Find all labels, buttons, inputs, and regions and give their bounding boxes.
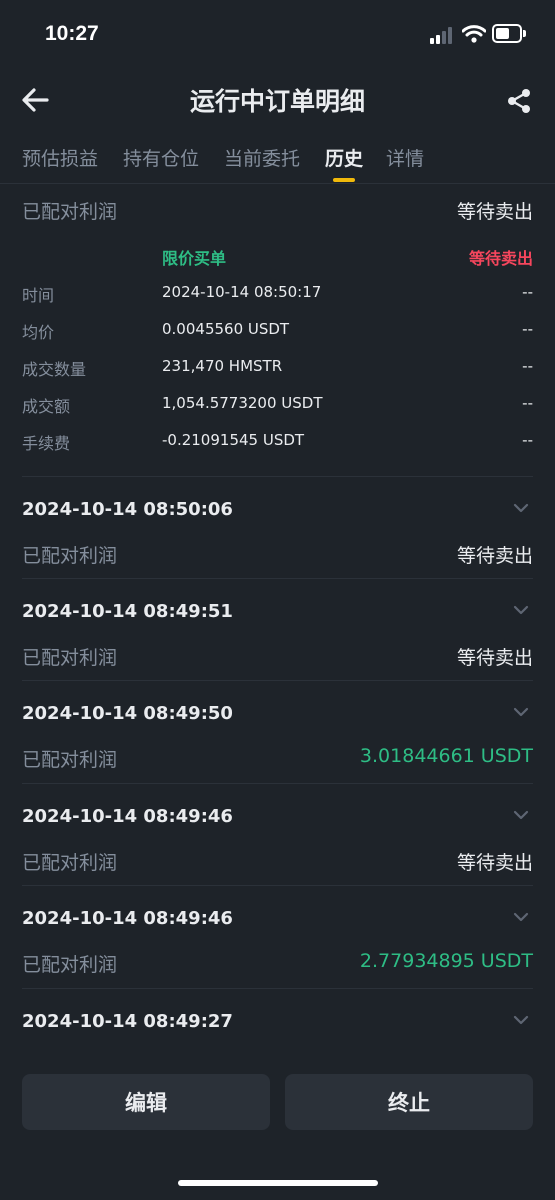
history-item-value: 3.01844661 USDT xyxy=(359,745,533,767)
detail-value-amount: 1,054.5773200 USDT xyxy=(162,394,323,412)
stop-button[interactable]: 终止 xyxy=(285,1074,533,1130)
history-item-label: 已配对利润 xyxy=(22,749,118,771)
status-bar: 10:27 xyxy=(0,0,555,70)
divider xyxy=(22,680,533,681)
history-item-timestamp[interactable]: 2024-10-14 08:49:46 xyxy=(22,806,233,827)
detail-value-quantity: 231,470 HMSTR xyxy=(162,357,283,375)
paired-profit-label: 已配对利润 xyxy=(22,201,118,223)
page-title: 运行中订单明细 xyxy=(189,87,365,116)
header: 运行中订单明细 xyxy=(0,70,555,130)
detail-label-fee: 手续费 xyxy=(22,434,71,453)
tab-bar: 预估损益 持有仓位 当前委托 历史 详情 xyxy=(0,140,555,184)
detail-label-amount: 成交额 xyxy=(22,397,71,416)
chevron-down-icon[interactable] xyxy=(513,810,529,820)
history-item-timestamp[interactable]: 2024-10-14 08:49:27 xyxy=(22,1011,233,1032)
tab-history[interactable]: 历史 xyxy=(325,144,363,171)
tab-estimated-pnl[interactable]: 预估损益 xyxy=(22,144,98,171)
detail-label-time: 时间 xyxy=(22,286,55,305)
detail-value-time: 2024-10-14 08:50:17 xyxy=(162,283,322,301)
divider xyxy=(22,885,533,886)
home-indicator xyxy=(178,1180,378,1186)
detail-sell-quantity: -- xyxy=(522,357,533,375)
divider xyxy=(22,783,533,784)
history-item-timestamp[interactable]: 2024-10-14 08:49:46 xyxy=(22,908,233,929)
edit-button[interactable]: 编辑 xyxy=(22,1074,270,1130)
detail-label-quantity: 成交数量 xyxy=(22,360,87,379)
tab-open-orders[interactable]: 当前委托 xyxy=(224,144,300,171)
chevron-down-icon[interactable] xyxy=(513,605,529,615)
divider xyxy=(22,476,533,477)
detail-sell-fee: -- xyxy=(522,431,533,449)
history-item-timestamp[interactable]: 2024-10-14 08:49:51 xyxy=(22,601,233,622)
history-item-value: 2.77934895 USDT xyxy=(359,950,533,972)
signal-icon xyxy=(430,26,454,44)
battery-icon xyxy=(492,24,526,44)
share-icon[interactable] xyxy=(506,88,532,114)
detail-sell-avg-price: -- xyxy=(522,320,533,338)
tab-positions[interactable]: 持有仓位 xyxy=(123,144,199,171)
divider xyxy=(22,988,533,989)
detail-sell-amount: -- xyxy=(522,394,533,412)
history-item-value: 等待卖出 xyxy=(456,647,533,669)
detail-value-fee: -0.21091545 USDT xyxy=(162,431,305,449)
history-item-label: 已配对利润 xyxy=(22,545,118,567)
history-item-label: 已配对利润 xyxy=(22,954,118,976)
order-type-label: 限价买单 xyxy=(162,249,227,268)
detail-sell-time: -- xyxy=(522,283,533,301)
status-time: 10:27 xyxy=(45,22,99,45)
history-item-timestamp[interactable]: 2024-10-14 08:49:50 xyxy=(22,703,233,724)
history-item-value: 等待卖出 xyxy=(456,852,533,874)
history-item-label: 已配对利润 xyxy=(22,647,118,669)
chevron-down-icon[interactable] xyxy=(513,1015,529,1025)
divider xyxy=(22,578,533,579)
paired-profit-value: 等待卖出 xyxy=(456,201,533,223)
wifi-icon xyxy=(462,25,486,43)
chevron-down-icon[interactable] xyxy=(513,503,529,513)
chevron-down-icon[interactable] xyxy=(513,707,529,717)
active-tab-indicator xyxy=(333,178,355,182)
history-item-timestamp[interactable]: 2024-10-14 08:50:06 xyxy=(22,499,233,520)
detail-label-avg-price: 均价 xyxy=(22,323,55,342)
history-item-value: 等待卖出 xyxy=(456,545,533,567)
order-status-label: 等待卖出 xyxy=(468,249,533,268)
chevron-down-icon[interactable] xyxy=(513,912,529,922)
history-item-label: 已配对利润 xyxy=(22,852,118,874)
detail-value-avg-price: 0.0045560 USDT xyxy=(162,320,290,338)
tab-details[interactable]: 详情 xyxy=(386,144,424,171)
